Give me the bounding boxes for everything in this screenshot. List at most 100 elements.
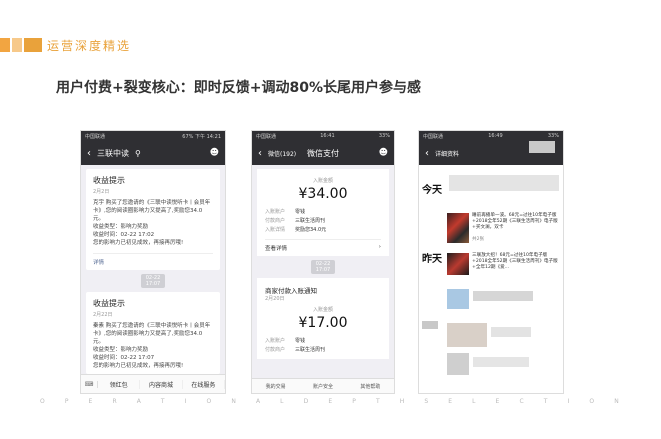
amount-value: ¥17.00	[298, 315, 348, 331]
earnings-card[interactable]: 收益提示 2月2日 克宇 购买了您邀请的《三联中读悦听卡丨会员年卡》,您的阅读圈…	[86, 169, 220, 270]
footer-letter: E	[88, 398, 94, 405]
blurred-post	[447, 323, 487, 347]
status-time: 16:49	[488, 133, 503, 139]
menu-item-service[interactable]: 在线服务	[183, 379, 225, 389]
back-arrow-icon[interactable]: ‹	[425, 148, 429, 159]
menu-item-help[interactable]: 其他帮助	[347, 383, 394, 390]
pay-row-value: 零钱	[295, 209, 306, 215]
earnings-card[interactable]: 收益提示 2月22日 秦素 购买了您邀请的《三联中读悦听卡丨会员年卡》,您的阅读…	[86, 292, 220, 374]
carrier-label: 中国联通	[256, 133, 277, 140]
post-image[interactable]	[447, 213, 469, 243]
keyboard-icon[interactable]: ⌨	[81, 380, 98, 388]
menu-item-store[interactable]: 内容商城	[140, 379, 183, 389]
pay-row-key: 付款商户	[265, 218, 286, 224]
pay-row-value: 三联生活周刊	[295, 218, 326, 224]
footer-letter: L	[472, 398, 477, 405]
back-label[interactable]: 详细资料	[435, 149, 459, 158]
battery-level: 33%	[547, 133, 559, 139]
amount-value: ¥34.00	[298, 186, 348, 202]
phone-screenshot-wechat-pay: 中国联通 16:41 33% ‹ 微信(192) 微信支付 ☻ 入账金额 ¥34…	[251, 130, 395, 394]
pay-row-value: 零钱	[295, 338, 306, 344]
footer-letter: O	[589, 398, 596, 405]
footer-letter: H	[399, 398, 406, 405]
status-time: 16:41	[320, 133, 335, 139]
bottom-menu: 我的交易 账户安全 其他帮助	[252, 378, 394, 393]
footer-letter: O	[206, 398, 213, 405]
card-line: 收益时间：02-22 17:02	[93, 232, 155, 238]
status-time: 67% 下午 14:21	[182, 133, 221, 140]
notice-title: 商家付款入账通知	[265, 287, 317, 295]
menu-item-my-trades[interactable]: 我的交易	[252, 383, 299, 390]
pay-row: 付款商户 三联生活周刊	[265, 217, 381, 226]
footer-letters: O P E R A T I O N A L D E P T H S E L E …	[40, 398, 620, 405]
accent-bars	[0, 38, 42, 52]
pay-row-key: 入账账户	[265, 338, 286, 344]
footer-letter: T	[543, 398, 549, 405]
card-title: 收益提示	[93, 299, 125, 308]
card-title: 收益提示	[93, 176, 125, 185]
blurred-avatar	[529, 141, 555, 153]
status-bar: 中国联通 16:41 33%	[252, 131, 394, 141]
day-label-today: 今天	[422, 185, 442, 196]
card-line: 收益类型：影响力奖励	[93, 347, 149, 353]
card-date: 2月2日	[93, 189, 110, 195]
footer-letter: L	[280, 398, 285, 405]
pay-row-key: 付款商户	[265, 347, 286, 353]
blurred-post	[447, 289, 469, 309]
status-bar: 中国联通 16:49 33%	[419, 131, 563, 141]
post-count: 共2张	[472, 237, 485, 242]
payment-card[interactable]: 入账金额 ¥34.00 入账账户 零钱 付款商户 三联生活周刊 入账详情 奖励您34.…	[257, 169, 389, 256]
pay-row-value: 三联生活周刊	[295, 347, 326, 353]
back-arrow-icon[interactable]: ‹	[87, 148, 91, 159]
chevron-right-icon: ›	[378, 244, 381, 250]
footer-letter: P	[64, 398, 70, 405]
footer-letter: A	[136, 398, 142, 405]
footer-letter: D	[303, 398, 310, 405]
view-details-label: 查看详情	[265, 246, 288, 252]
pay-row: 入账账户 零钱	[265, 337, 381, 346]
pay-row: 入账账户 零钱	[265, 208, 381, 217]
card-line: 克宇 购买了您邀请的《三联中读悦听卡丨会员年卡》,您的阅读圈影响力又提高了,奖励…	[93, 200, 211, 222]
payment-card[interactable]: 商家付款入账通知 2月20日 入账金额 ¥17.00 入账账户 零钱 付款商户 三联…	[257, 278, 389, 359]
view-details-link[interactable]: 查看详情 ›	[265, 239, 381, 252]
post-image[interactable]	[447, 253, 469, 275]
footer-letter: I	[567, 398, 571, 405]
nav-bar: ‹ 三联中读 ⚲ ☻	[81, 141, 225, 165]
footer-letter: E	[448, 398, 454, 405]
carrier-label: 中国联通	[423, 133, 444, 140]
battery-level: 33%	[378, 133, 390, 139]
notice-date: 2月20日	[265, 296, 285, 302]
post-text: 睡前再播单一波。68元=过往10年电子版+2018全年52期《三联生活周刊》电子…	[472, 213, 558, 230]
card-line: 您的影响力已初见成效，再接再厉哦!	[93, 363, 184, 369]
pay-row: 入账详情 奖励您34.0元	[265, 226, 381, 235]
footer-letter: T	[160, 398, 166, 405]
amount-label: 入账金额	[312, 307, 333, 313]
page-headline: 用户付费+裂变核心：即时反馈+调动80%长尾用户参与感	[56, 80, 421, 96]
pay-row-key: 入账详情	[265, 227, 286, 233]
phone-screenshot-moments: 中国联通 16:49 33% ‹ 详细资料 今天 睡前再播单一波。68元=过往1…	[418, 130, 564, 394]
blurred-cover	[449, 175, 559, 191]
nav-bar: ‹ 微信(192) 微信支付 ☻	[252, 141, 394, 165]
card-line: 秦素 购买了您邀请的《三联中读悦听卡丨会员年卡》,您的阅读圈影响力又提高了,奖励…	[93, 323, 211, 345]
footer-letter: T	[375, 398, 381, 405]
menu-item-red-packet[interactable]: 领红包	[98, 379, 141, 389]
footer-letter: O	[40, 398, 46, 405]
footer-letter: N	[231, 398, 237, 405]
menu-item-security[interactable]: 账户安全	[299, 383, 346, 390]
details-link[interactable]: 详情	[93, 253, 213, 266]
time-badge: 02-22 17:07	[311, 260, 335, 274]
card-line: 收益时间：02-22 17:07	[93, 355, 155, 361]
nav-title: 三联中读	[97, 148, 129, 158]
blurred-post	[447, 353, 469, 375]
card-line: 您的影响力已初见成效，再接再厉哦!	[93, 240, 184, 246]
footer-letter: C	[519, 398, 525, 405]
blurred-post	[491, 327, 531, 337]
pay-row-value: 奖励您34.0元	[295, 227, 327, 233]
footer-letter: P	[352, 398, 357, 405]
phone-screenshot-sanlian: 中国联通 67% 下午 14:21 ‹ 三联中读 ⚲ ☻ 收益提示 2月2日 克…	[80, 130, 226, 394]
amount-label: 入账金额	[312, 178, 333, 184]
profile-icon[interactable]: ☻	[210, 148, 219, 158]
bottom-menu: ⌨ 领红包 内容商城 在线服务	[81, 374, 225, 393]
post-text: 三联放大招！68元=过往10年电子版+2018全年52期《三联生活周刊》电子版+…	[472, 253, 558, 270]
pay-row-key: 入账账户	[265, 209, 286, 215]
